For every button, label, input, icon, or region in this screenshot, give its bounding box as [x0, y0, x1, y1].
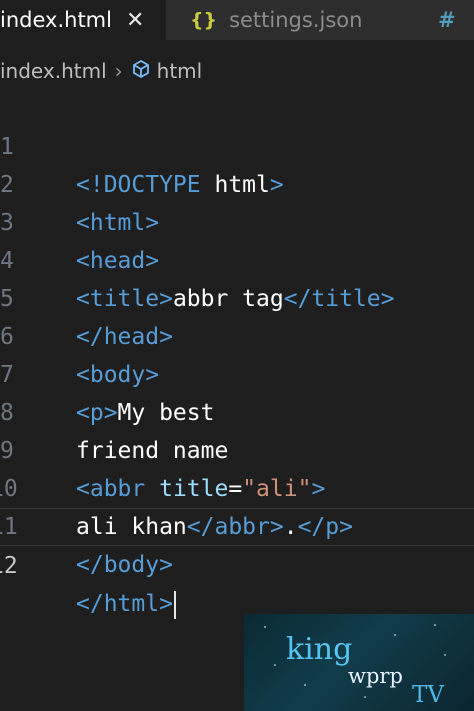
- tab-settings-json[interactable]: {} settings.json: [166, 0, 414, 40]
- code-editor[interactable]: 1 <!DOCTYPE html> 2 <html> 3 <head> 4 <t…: [0, 90, 474, 619]
- logo-word-king: king: [286, 632, 353, 667]
- cube-icon: [131, 59, 151, 84]
- close-icon[interactable]: ✕: [126, 8, 144, 33]
- watermark-logo: king wprp TV: [244, 614, 474, 711]
- tab-bar: index.html ✕ {} settings.json #: [0, 0, 474, 40]
- code-line[interactable]: 2 <html>: [0, 128, 474, 236]
- code-line[interactable]: 6 <body>: [0, 280, 474, 388]
- breadcrumb: index.html › html: [0, 54, 474, 88]
- hash-icon: #: [438, 8, 456, 32]
- tab-css[interactable]: #: [414, 0, 474, 40]
- code-token: </html>: [76, 591, 173, 617]
- tab-label: index.html: [0, 8, 112, 32]
- code-token: </body>: [76, 552, 173, 578]
- code-line[interactable]: 11 </body>: [0, 470, 474, 578]
- code-line[interactable]: 3 <head>: [0, 166, 474, 274]
- json-icon: {}: [190, 9, 218, 31]
- code-line[interactable]: 10 ali khan</abbr>.</p>: [0, 432, 474, 540]
- logo-word-wprp: wprp: [348, 664, 403, 688]
- code-line-current[interactable]: 12 </html>: [0, 508, 474, 619]
- breadcrumb-symbol[interactable]: html: [157, 59, 203, 83]
- chevron-right-icon: ›: [114, 59, 123, 83]
- text-cursor: [173, 590, 176, 619]
- logo-word-tv: TV: [412, 682, 444, 708]
- breadcrumb-file[interactable]: index.html: [0, 59, 107, 83]
- code-line[interactable]: 7 <p>My best: [0, 318, 474, 426]
- code-line[interactable]: 5 </head>: [0, 242, 474, 350]
- code-line[interactable]: 8 friend name: [0, 356, 474, 464]
- tab-label: settings.json: [229, 8, 363, 32]
- code-line[interactable]: 4 <title>abbr tag</title>: [0, 204, 474, 312]
- tab-index-html[interactable]: index.html ✕: [0, 0, 166, 40]
- line-number: 12: [0, 553, 18, 579]
- code-line[interactable]: 9 <abbr title="ali">: [0, 394, 474, 502]
- code-line[interactable]: 1 <!DOCTYPE html>: [0, 90, 474, 198]
